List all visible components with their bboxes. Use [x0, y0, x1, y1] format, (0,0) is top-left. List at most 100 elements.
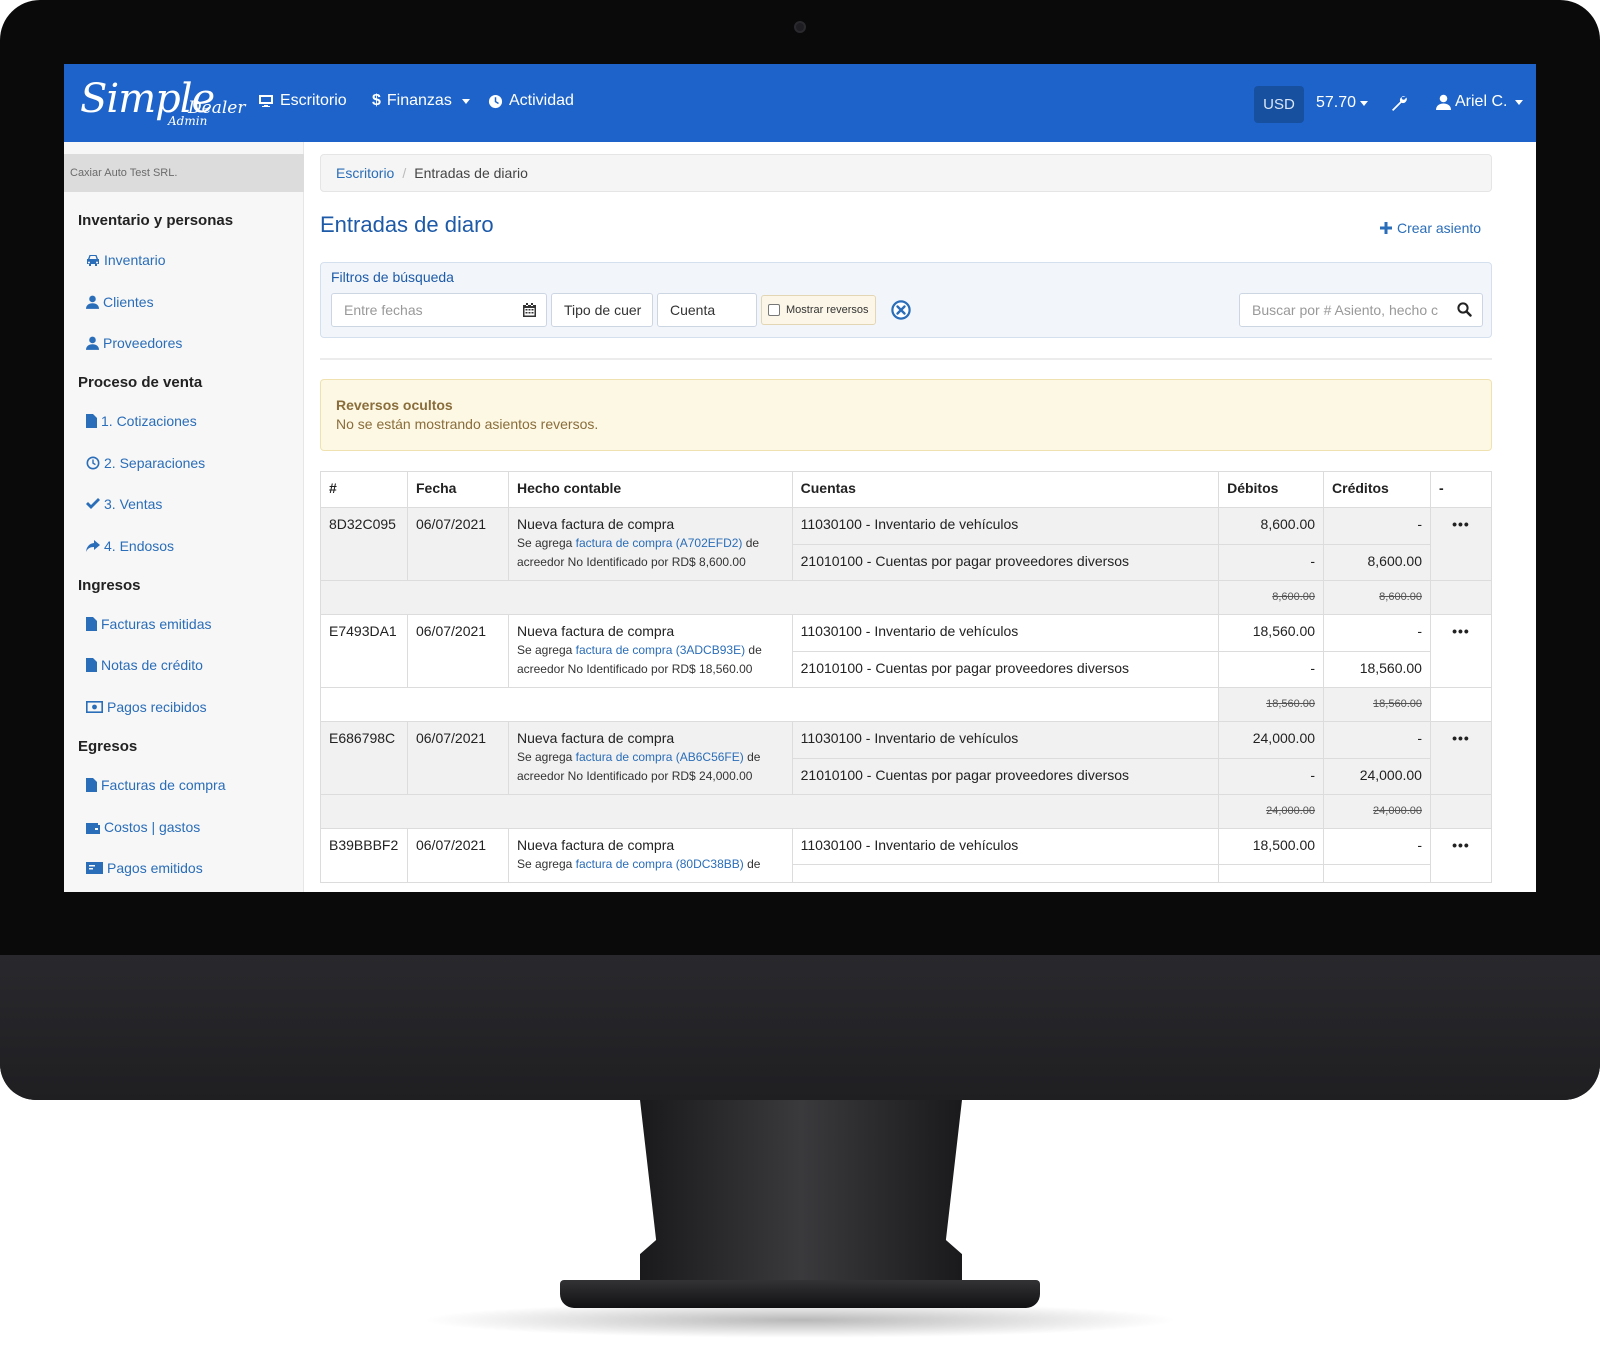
entry-credit: - — [1323, 507, 1431, 545]
entry-sub-pre: Se agrega — [516, 750, 576, 764]
company-name: Caxiar Auto Test SRL. — [64, 154, 304, 192]
row-actions-button[interactable]: ••• — [1429, 828, 1493, 883]
sidebar-item-pagos-emitidos[interactable]: Pagos emitidos — [86, 860, 203, 876]
row-actions-button[interactable]: ••• — [1429, 507, 1493, 581]
nav-finanzas[interactable]: $ Finanzas — [372, 92, 470, 110]
sidebar-item-inventario[interactable]: Inventario — [86, 252, 165, 268]
show-reversals-toggle[interactable]: Mostrar reversos — [761, 295, 876, 325]
totals-spacer — [319, 580, 1220, 615]
total-debit: 24,000.00 — [1218, 794, 1325, 829]
entry-credit: 24,000.00 — [1323, 757, 1431, 795]
sidebar-item-cotizaciones[interactable]: 1. Cotizaciones — [86, 413, 197, 429]
sidebar-item-proveedores[interactable]: Proveedores — [86, 335, 182, 351]
entry-id: E686798C — [320, 721, 408, 795]
file-icon — [86, 658, 97, 672]
sidebar-item-separaciones[interactable]: 2. Separaciones — [86, 455, 205, 471]
create-entry-button[interactable]: Crear asiento — [1380, 220, 1481, 236]
account-select[interactable]: Cuenta — [657, 293, 757, 327]
brand-logo[interactable]: Simple Dealer Admin — [80, 76, 245, 130]
entry-debit: 8,600.00 — [1218, 507, 1325, 545]
sidebar-item-endosos[interactable]: 4. Endosos — [86, 538, 174, 554]
sidebar-item-costos-gastos[interactable]: Costos | gastos — [86, 819, 200, 835]
entry-account: 21010100 - Cuentas por pagar proveedores… — [791, 650, 1220, 688]
entry-account: 21010100 - Cuentas por pagar proveedores… — [791, 757, 1220, 795]
row-actions-button[interactable]: ••• — [1429, 721, 1493, 795]
search-icon[interactable] — [1457, 302, 1472, 317]
nav-actividad[interactable]: Actividad — [488, 92, 574, 110]
date-range-input[interactable]: Entre fechas — [331, 293, 547, 327]
entry-invoice-link[interactable]: factura de compra (AB6C56FE) — [576, 750, 744, 764]
col-header-accounts[interactable]: Cuentas — [791, 471, 1220, 508]
breadcrumb-current: Entradas de diario — [414, 165, 528, 181]
table-row: B39BBBF2 06/07/2021 Nueva factura de com… — [320, 828, 1493, 883]
monitor-stand-neck — [640, 1100, 962, 1300]
journal-entries-table: # Fecha Hecho contable Cuentas Débitos C… — [319, 471, 1493, 884]
nav-actividad-label: Actividad — [509, 92, 574, 109]
entry-account: 11030100 - Inventario de vehículos — [791, 614, 1220, 652]
sidebar-item-clientes[interactable]: Clientes — [86, 294, 154, 310]
entry-title: Nueva factura de compra — [516, 623, 675, 639]
dollar-icon: $ — [372, 92, 381, 109]
check-icon — [86, 498, 100, 509]
entry-subtext: Se agrega factura de compra (A702EFD2) d… — [517, 534, 784, 572]
col-header-id[interactable]: # — [320, 471, 408, 508]
entry-id: 8D32C095 — [320, 507, 408, 581]
col-header-date[interactable]: Fecha — [406, 471, 509, 508]
main-content: Escritorio / Entradas de diario Entradas d… — [319, 142, 1520, 892]
sidebar-item-notas-credito[interactable]: Notas de crédito — [86, 657, 203, 673]
currency-badge[interactable]: USD — [1254, 86, 1304, 123]
entry-description: Nueva factura de compra Se agrega factur… — [507, 507, 793, 581]
monitor-chin — [0, 955, 1600, 1100]
entry-debit: - — [1218, 543, 1325, 581]
calendar-icon — [523, 303, 536, 317]
entry-invoice-link[interactable]: factura de compra (80DC38BB) — [576, 857, 744, 871]
search-placeholder: Buscar por # Asiento, hecho c — [1252, 302, 1438, 318]
totals-empty — [1429, 580, 1493, 615]
totals-spacer — [319, 794, 1220, 829]
account-type-select[interactable]: Tipo de cuer — [551, 293, 653, 327]
plus-icon — [1380, 222, 1392, 234]
sidebar-item-pagos-recibidos[interactable]: Pagos recibidos — [86, 699, 207, 715]
row-actions-button[interactable]: ••• — [1429, 614, 1493, 688]
sidebar-item-ventas[interactable]: 3. Ventas — [86, 496, 162, 512]
entry-id: E7493DA1 — [320, 614, 408, 688]
user-menu[interactable]: Ariel C. — [1436, 93, 1524, 111]
sidebar-item-label: Clientes — [103, 294, 154, 310]
entry-description: Nueva factura de compra Se agrega factur… — [507, 828, 793, 883]
total-credit: 18,560.00 — [1323, 687, 1431, 722]
total-credit: 8,600.00 — [1323, 580, 1431, 615]
entry-id: B39BBBF2 — [320, 828, 408, 883]
stand-shadow — [420, 1302, 1180, 1338]
col-header-fact[interactable]: Hecho contable — [507, 471, 793, 508]
sidebar-item-facturas-emitidas[interactable]: Facturas emitidas — [86, 616, 211, 632]
breadcrumb-home[interactable]: Escritorio — [336, 165, 394, 181]
entry-sub-pre: Se agrega — [516, 536, 576, 550]
user-icon — [86, 336, 99, 350]
entry-debit: 24,000.00 — [1218, 721, 1325, 759]
entry-account: 21010100 - Cuentas por pagar proveedores… — [791, 543, 1220, 581]
show-reversals-checkbox[interactable] — [768, 304, 780, 316]
col-header-credits[interactable]: Créditos — [1323, 471, 1431, 508]
entry-invoice-link[interactable]: factura de compra (3ADCB93E) — [576, 643, 745, 657]
entry-subtext: Se agrega factura de compra (80DC38BB) d… — [517, 855, 784, 874]
entry-description: Nueva factura de compra Se agrega factur… — [507, 721, 793, 795]
screen: Simple Dealer Admin Escritorio $ Finanza… — [64, 64, 1536, 892]
file-icon — [86, 617, 97, 631]
entry-debit: 18,500.00 — [1218, 828, 1325, 865]
wrench-icon[interactable] — [1390, 94, 1408, 117]
caret-down-icon — [1360, 100, 1369, 106]
nav-escritorio[interactable]: Escritorio — [258, 92, 347, 110]
col-header-debits[interactable]: Débitos — [1218, 471, 1325, 508]
entry-title: Nueva factura de compra — [516, 730, 675, 746]
entry-credit — [1323, 863, 1431, 884]
clear-filters-icon[interactable] — [891, 300, 911, 325]
sidebar-item-facturas-compra[interactable]: Facturas de compra — [86, 777, 226, 793]
entry-credit: - — [1323, 614, 1431, 652]
search-input[interactable]: Buscar por # Asiento, hecho c — [1239, 293, 1483, 327]
sidebar-item-label: Pagos recibidos — [107, 699, 207, 715]
entry-debit: 18,560.00 — [1218, 614, 1325, 652]
entry-debit: - — [1218, 650, 1325, 688]
exchange-rate-dropdown[interactable]: 57.70 — [1316, 94, 1369, 112]
entry-invoice-link[interactable]: factura de compra (A702EFD2) — [576, 536, 743, 550]
section-inventario: Inventario y personas — [78, 212, 234, 229]
